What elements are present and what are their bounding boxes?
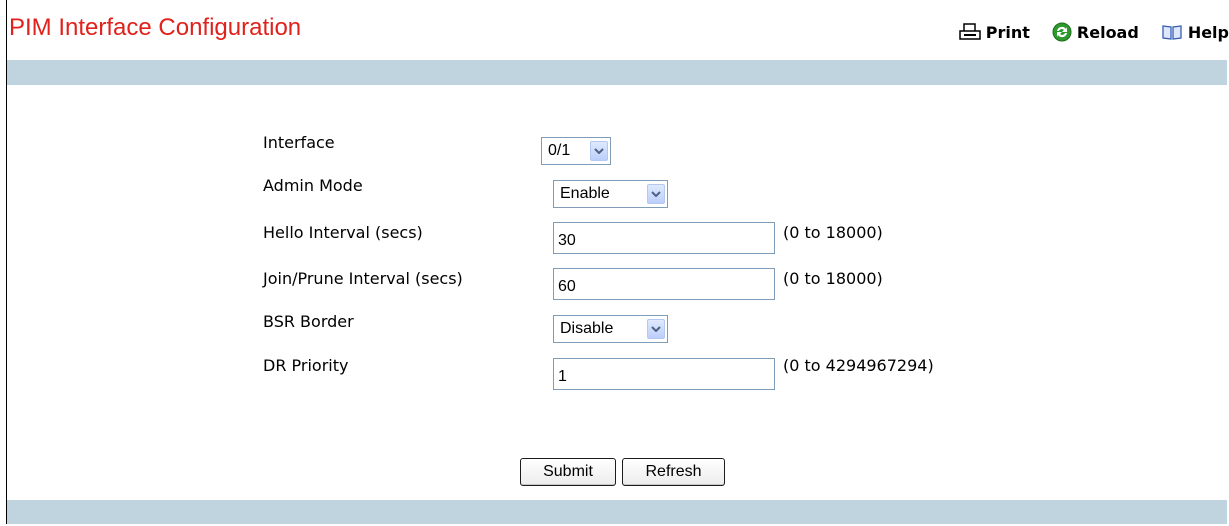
bsr-border-label: BSR Border: [263, 312, 354, 331]
admin-mode-label: Admin Mode: [263, 176, 363, 195]
interface-value: 0/1: [548, 142, 571, 159]
help-label: Help: [1187, 22, 1229, 42]
print-label: Print: [985, 22, 1030, 42]
admin-mode-value: Enable: [560, 185, 610, 202]
hello-interval-input[interactable]: [553, 222, 775, 254]
reload-button[interactable]: Reload: [1052, 22, 1139, 42]
page-frame: PIM Interface Configuration Print Reload: [6, 0, 1229, 524]
bottom-band: [7, 500, 1227, 524]
page-header: PIM Interface Configuration Print Reload: [7, 0, 1229, 60]
chevron-down-icon[interactable]: [647, 184, 665, 204]
chevron-down-icon[interactable]: [647, 319, 665, 339]
toolbar: Print Reload Help: [937, 20, 1229, 44]
hello-interval-range: (0 to 18000): [783, 223, 883, 242]
bsr-border-select[interactable]: Disable: [553, 315, 668, 343]
interface-label: Interface: [263, 133, 335, 152]
reload-icon: [1052, 22, 1072, 42]
printer-icon: [959, 23, 981, 40]
dr-priority-input[interactable]: [553, 358, 775, 390]
admin-mode-select[interactable]: Enable: [553, 180, 668, 208]
refresh-button[interactable]: Refresh: [622, 458, 725, 486]
print-button[interactable]: Print: [959, 23, 1030, 42]
hello-interval-label: Hello Interval (secs): [263, 223, 423, 242]
chevron-down-icon[interactable]: [590, 141, 608, 161]
interface-select[interactable]: 0/1: [541, 137, 611, 165]
join-prune-interval-label: Join/Prune Interval (secs): [263, 269, 463, 288]
join-prune-interval-range: (0 to 18000): [783, 269, 883, 288]
bsr-border-value: Disable: [560, 320, 614, 337]
top-band: [7, 60, 1227, 85]
help-button[interactable]: Help: [1161, 23, 1229, 42]
join-prune-interval-input[interactable]: [553, 268, 775, 300]
dr-priority-range: (0 to 4294967294): [783, 356, 934, 375]
book-icon: [1162, 25, 1182, 40]
reload-label: Reload: [1076, 22, 1139, 42]
submit-button[interactable]: Submit: [520, 458, 616, 486]
dr-priority-label: DR Priority: [263, 356, 349, 375]
page-title: PIM Interface Configuration: [9, 14, 302, 41]
